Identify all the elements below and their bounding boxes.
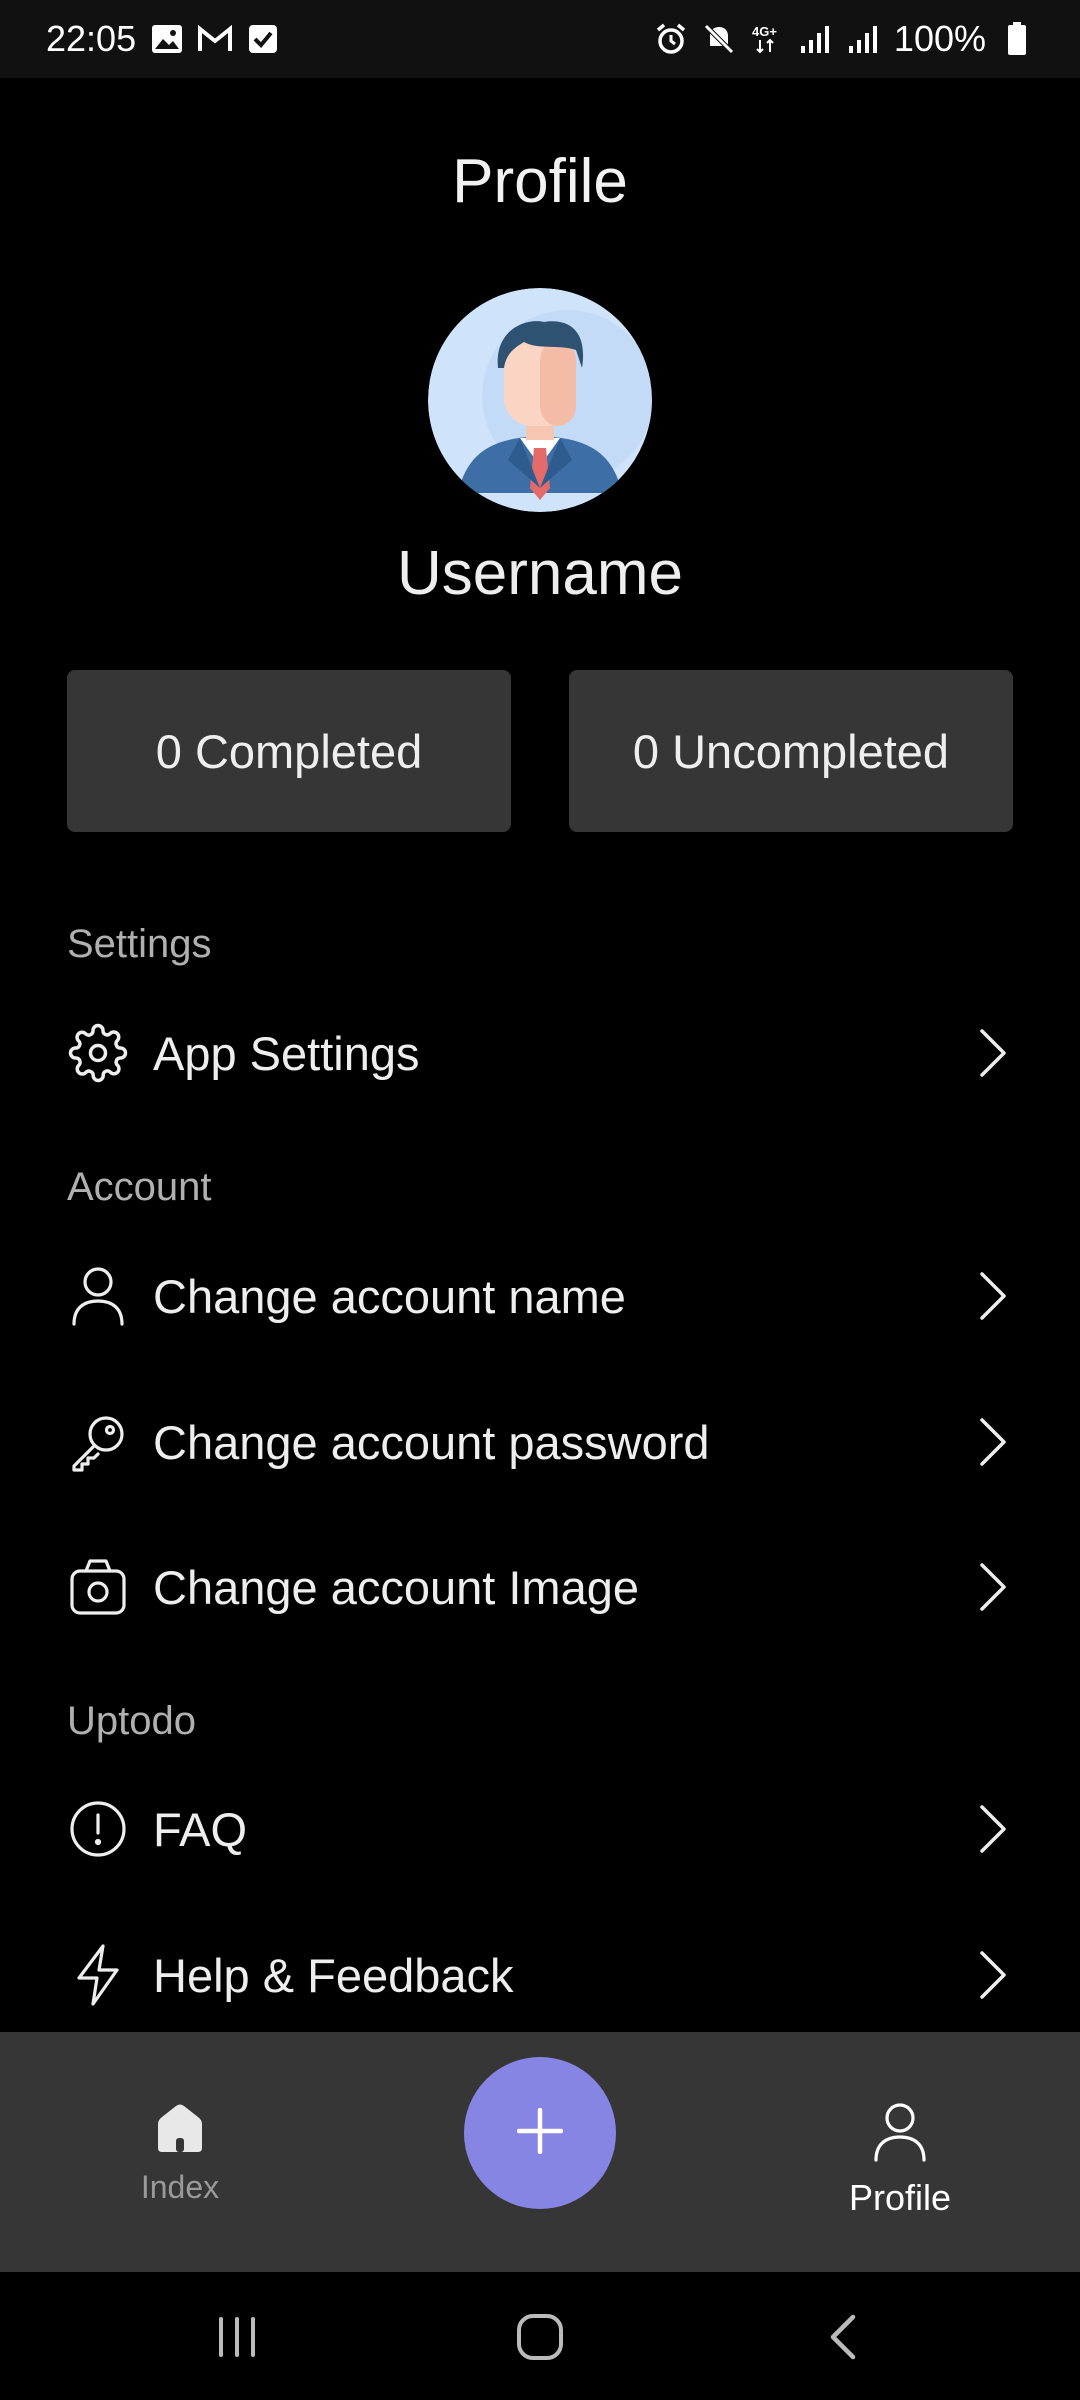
home-icon: [152, 2102, 208, 2159]
svg-text:4G+: 4G+: [752, 24, 777, 39]
completed-stat-label: 0 Completed: [155, 724, 423, 778]
status-bar: 22:05 4G+ 100%: [0, 0, 1080, 78]
battery-icon: [1000, 22, 1034, 56]
home-button[interactable]: [500, 2302, 580, 2372]
status-time: 22:05: [46, 18, 137, 59]
uncompleted-stat-label: 0 Uncompleted: [632, 724, 950, 778]
plus-icon: [516, 2107, 564, 2159]
menu-item-change-account-password[interactable]: Change account password: [67, 1397, 1013, 1487]
section-title-account: Account: [67, 1165, 212, 1209]
completed-stat-card[interactable]: 0 Completed: [67, 670, 511, 832]
signal-icon: [798, 22, 832, 56]
chevron-right-icon: [973, 1412, 1013, 1472]
nav-label-profile: Profile: [848, 2177, 952, 2218]
back-icon: [830, 2314, 856, 2360]
menu-item-faq[interactable]: FAQ: [67, 1784, 1013, 1874]
info-circle-icon: [67, 1798, 129, 1860]
battery-percent: 100%: [893, 18, 986, 59]
nav-item-index[interactable]: Index: [80, 2102, 280, 2206]
menu-item-app-settings[interactable]: App Settings: [67, 1008, 1013, 1098]
menu-item-help-feedback[interactable]: Help & Feedback: [67, 1930, 1013, 2020]
page-title: Profile: [452, 147, 628, 216]
system-nav-bar: [0, 2272, 1080, 2400]
menu-item-label: Help & Feedback: [153, 1948, 514, 2002]
mute-icon: [702, 22, 736, 56]
section-title-settings: Settings: [67, 922, 212, 966]
uncompleted-stat-card[interactable]: 0 Uncompleted: [569, 670, 1013, 832]
add-task-button[interactable]: [464, 2057, 616, 2209]
gmail-icon: [198, 22, 233, 56]
chevron-right-icon: [973, 1557, 1013, 1617]
menu-item-label: Change account password: [153, 1415, 710, 1469]
menu-item-label: App Settings: [153, 1026, 420, 1080]
nav-label-index: Index: [140, 2169, 220, 2205]
4g-icon: 4G+: [750, 22, 784, 56]
menu-item-label: Change account Image: [153, 1560, 639, 1614]
status-right: 4G+ 100%: [654, 18, 1034, 60]
status-left: 22:05: [46, 18, 280, 60]
signal-icon: [846, 22, 880, 56]
camera-icon: [67, 1556, 129, 1618]
lightning-icon: [67, 1944, 129, 2006]
recent-apps-button[interactable]: [197, 2302, 277, 2372]
menu-item-change-account-name[interactable]: Change account name: [67, 1251, 1013, 1341]
chevron-right-icon: [973, 1023, 1013, 1083]
menu-item-label: Change account name: [153, 1269, 626, 1323]
chevron-right-icon: [973, 1266, 1013, 1326]
menu-item-label: FAQ: [153, 1802, 248, 1856]
home-outline-icon: [517, 2314, 563, 2360]
avatar[interactable]: [428, 288, 652, 512]
user-icon: [67, 1265, 129, 1327]
recent-apps-icon: [219, 2317, 255, 2357]
nav-item-profile[interactable]: Profile: [800, 2102, 1000, 2219]
menu-item-change-account-image[interactable]: Change account Image: [67, 1542, 1013, 1632]
alarm-icon: [654, 22, 688, 56]
chevron-right-icon: [973, 1799, 1013, 1859]
chevron-right-icon: [973, 1945, 1013, 2005]
username: Username: [397, 539, 683, 608]
gear-icon: [67, 1022, 129, 1084]
section-title-uptodo: Uptodo: [67, 1699, 196, 1743]
user-icon: [872, 2102, 928, 2167]
back-button[interactable]: [802, 2302, 882, 2372]
gallery-icon: [150, 22, 184, 56]
checkbox-icon: [246, 22, 280, 56]
key-icon: [67, 1411, 129, 1473]
